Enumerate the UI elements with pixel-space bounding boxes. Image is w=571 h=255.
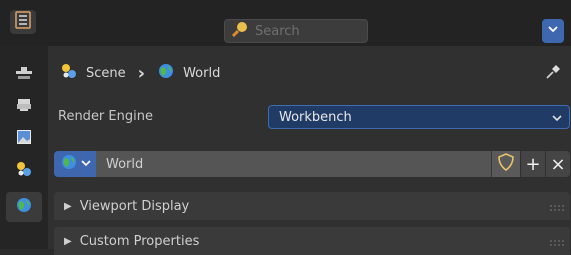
render-icon (16, 97, 32, 117)
pin-icon[interactable] (545, 64, 561, 84)
properties-editor-icon (14, 11, 32, 33)
drag-handle-icon[interactable] (550, 202, 564, 217)
render-engine-label: Render Engine (58, 109, 153, 124)
chevron-down-icon (547, 23, 559, 39)
render-engine-value: Workbench (279, 109, 352, 125)
render-engine-select[interactable]: Workbench (268, 105, 570, 129)
search-placeholder: Search (255, 23, 300, 39)
browse-world-button[interactable] (54, 151, 96, 177)
options-dropdown-button[interactable] (542, 19, 564, 43)
tab-world[interactable] (6, 192, 42, 222)
breadcrumb-world: World (183, 65, 221, 81)
world-icon (60, 153, 78, 175)
breadcrumb-separator: › (137, 62, 146, 84)
world-icon (15, 196, 33, 218)
properties-tab-sidebar (0, 46, 48, 249)
scene-icon (15, 160, 33, 182)
drag-handle-icon[interactable] (550, 237, 564, 252)
properties-main-area: Scene › World Render Engine Workbench Wo… (48, 46, 571, 255)
world-name-field[interactable]: World (96, 151, 491, 177)
chevron-down-icon (80, 157, 91, 172)
shield-icon (497, 153, 515, 175)
new-world-button[interactable]: + (520, 151, 545, 177)
fake-user-button[interactable] (491, 151, 520, 177)
search-icon (231, 20, 249, 42)
search-field[interactable]: Search (224, 19, 368, 43)
scene-icon (60, 62, 78, 84)
breadcrumb-scene: Scene (86, 65, 126, 81)
top-bar: Search (0, 0, 571, 46)
chevron-down-icon (551, 112, 563, 128)
tab-scene[interactable] (6, 156, 42, 186)
panel-viewport-display[interactable]: ▶ Viewport Display (54, 192, 570, 220)
tab-render[interactable] (6, 92, 42, 122)
panel-custom-properties[interactable]: ▶ Custom Properties (54, 227, 570, 255)
world-icon (157, 62, 175, 84)
tab-output[interactable] (6, 124, 42, 154)
expand-triangle-icon: ▶ (64, 200, 72, 212)
expand-triangle-icon: ▶ (64, 235, 72, 247)
editor-type-button[interactable] (10, 10, 36, 34)
panel-label: Viewport Display (79, 198, 190, 214)
panel-label: Custom Properties (79, 233, 200, 249)
world-datablock-selector: World + × (54, 151, 570, 177)
unlink-world-button[interactable]: × (545, 151, 570, 177)
tab-tool[interactable] (6, 60, 42, 90)
image-icon (16, 129, 32, 149)
tool-icon (15, 65, 33, 85)
breadcrumb: Scene › World (60, 62, 220, 84)
